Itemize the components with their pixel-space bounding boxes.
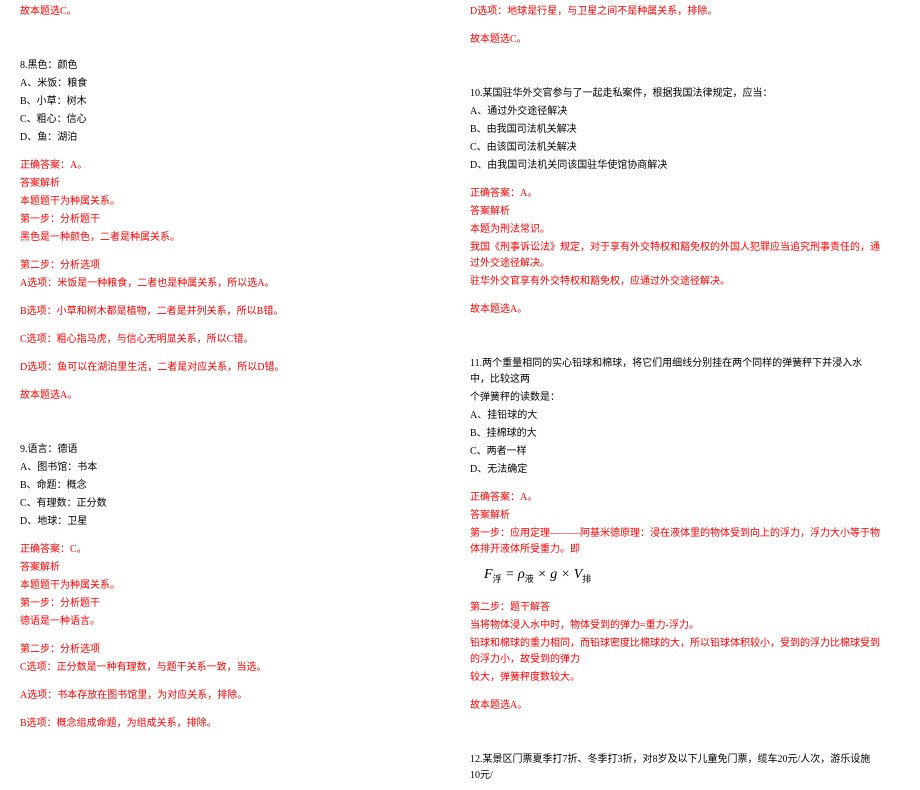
q11-opt-a: A、挂铅球的大 [470, 408, 880, 424]
q11-expl-4: 较大，弹簧秤度数较大。 [470, 670, 880, 686]
q10-expl-1: 本题为刑法常识。 [470, 222, 880, 238]
q9-expl-header: 答案解析 [20, 560, 440, 576]
q10-opt-c: C、由该国司法机关解决 [470, 140, 880, 156]
q9-opt-c: C、有理数：正分数 [20, 496, 440, 512]
q8-expl-1: 本题题干为种属关系。 [20, 194, 440, 210]
formula-sub1: 浮 [493, 574, 502, 584]
q11-formula: F浮 = ρ液 × g × V排 [470, 560, 880, 590]
q8-opt-b-expl: B选项：小草和树木都是植物，二者是并列关系，所以B错。 [20, 304, 440, 320]
q8-expl-2: 第一步：分析题干 [20, 212, 440, 228]
q10-answer: 正确答案：A。 [470, 186, 880, 202]
q8-opt-d: D、鱼：湖泊 [20, 130, 440, 146]
formula-eq: = [502, 567, 518, 582]
q8-opt-a: A、米饭：粮食 [20, 76, 440, 92]
q11-opt-b: B、挂棉球的大 [470, 426, 880, 442]
q11-expl-1: 第一步：应用定理———阿基米德原理：浸在液体里的物体受到向上的浮力，浮力大小等于… [470, 526, 880, 558]
q11-answer: 正确答案：A。 [470, 490, 880, 506]
q9-opt-b-expl: B选项：概念组成命题，为组成关系，排除。 [20, 716, 440, 732]
formula-sub3: 排 [582, 574, 591, 584]
q10-opt-a: A、通过外交途径解决 [470, 104, 880, 120]
q8-opt-c-expl: C选项：粗心指马虎，与信心无明显关系，所以C错。 [20, 332, 440, 348]
q8-answer: 正确答案：A。 [20, 158, 440, 174]
q9-opt-b: B、命题：概念 [20, 478, 440, 494]
q10-expl-header: 答案解析 [470, 204, 880, 220]
formula-rho: ρ [518, 567, 525, 582]
q9-expl-1: 本题题干为种属关系。 [20, 578, 440, 594]
q9-end: 故本题选C。 [470, 32, 880, 48]
q10-opt-b: B、由我国司法机关解决 [470, 122, 880, 138]
q11-expl-3: 铅球和棉球的重力相同，而铅球密度比棉球的大，所以铅球体积较小，受到的浮力比棉球受… [470, 636, 880, 668]
q9-opt-d: D、地球：卫星 [20, 514, 440, 530]
q8-opt-d-expl: D选项：鱼可以在湖泊里生活，二者是对应关系，所以D错。 [20, 360, 440, 376]
q8-expl-3: 黑色是一种颜色，二者是种属关系。 [20, 230, 440, 246]
formula-F: F [484, 567, 493, 582]
q11-opt-d: D、无法确定 [470, 462, 880, 478]
q9-opt-c-expl: C选项：正分数是一种有理数，与题干关系一致，当选。 [20, 660, 440, 676]
q10-stem: 10.某国驻华外交官参与了一起走私案件，根据我国法律规定，应当： [470, 86, 880, 102]
q9-stem: 9.语言：德语 [20, 442, 440, 458]
q8-step2: 第二步：分析选项 [20, 258, 440, 274]
formula-sub2: 液 [525, 574, 534, 584]
formula-mul1: × [534, 567, 550, 582]
formula-V: V [574, 567, 583, 582]
q11-expl-header: 答案解析 [470, 508, 880, 524]
formula-mul2: × [557, 567, 573, 582]
q10-expl-3: 驻华外交官享有外交特权和豁免权，应通过外交途径解决。 [470, 274, 880, 290]
q10-end: 故本题选A。 [470, 302, 880, 318]
q9-opt-a: A、图书馆：书本 [20, 460, 440, 476]
q11-expl-2: 当将物体浸入水中时，物体受到的弹力=重力-浮力。 [470, 618, 880, 634]
q7-answer-end: 故本题选C。 [20, 4, 440, 20]
q9-expl-3: 德语是一种语言。 [20, 614, 440, 630]
q11-stem-1: 11.两个重量相同的实心铅球和棉球，将它们用细线分别挂在两个同样的弹簧秤下并浸入… [470, 356, 880, 388]
q11-step2: 第二步：题干解答 [470, 600, 880, 616]
q9-opt-d-expl: D选项：地球是行星，与卫星之间不是种属关系，排除。 [470, 4, 880, 20]
q11-stem-2: 个弹簧秤的读数是： [470, 390, 880, 406]
q9-opt-a-expl: A选项：书本存放在图书馆里，为对应关系，排除。 [20, 688, 440, 704]
q8-expl-header: 答案解析 [20, 176, 440, 192]
q8-stem: 8.黑色：颜色 [20, 58, 440, 74]
q9-step2: 第二步：分析选项 [20, 642, 440, 658]
q10-opt-d: D、由我国司法机关同该国驻华使馆协商解决 [470, 158, 880, 174]
q9-expl-2: 第一步：分析题干 [20, 596, 440, 612]
q9-answer: 正确答案：C。 [20, 542, 440, 558]
q8-end: 故本题选A。 [20, 388, 440, 404]
q8-opt-a-expl: A选项：米饭是一种粮食，二者也是种属关系，所以选A。 [20, 276, 440, 292]
q11-end: 故本题选A。 [470, 698, 880, 714]
q8-opt-b: B、小草：树木 [20, 94, 440, 110]
q11-opt-c: C、两者一样 [470, 444, 880, 460]
q10-expl-2: 我国《刑事诉讼法》规定，对于享有外交特权和豁免权的外国人犯罪应当追究刑事责任的，… [470, 240, 880, 272]
q12-stem: 12.某景区门票夏季打7折、冬季打3折，对8岁及以下儿童免门票，缆车20元/人次… [470, 752, 880, 784]
q8-opt-c: C、粗心：信心 [20, 112, 440, 128]
